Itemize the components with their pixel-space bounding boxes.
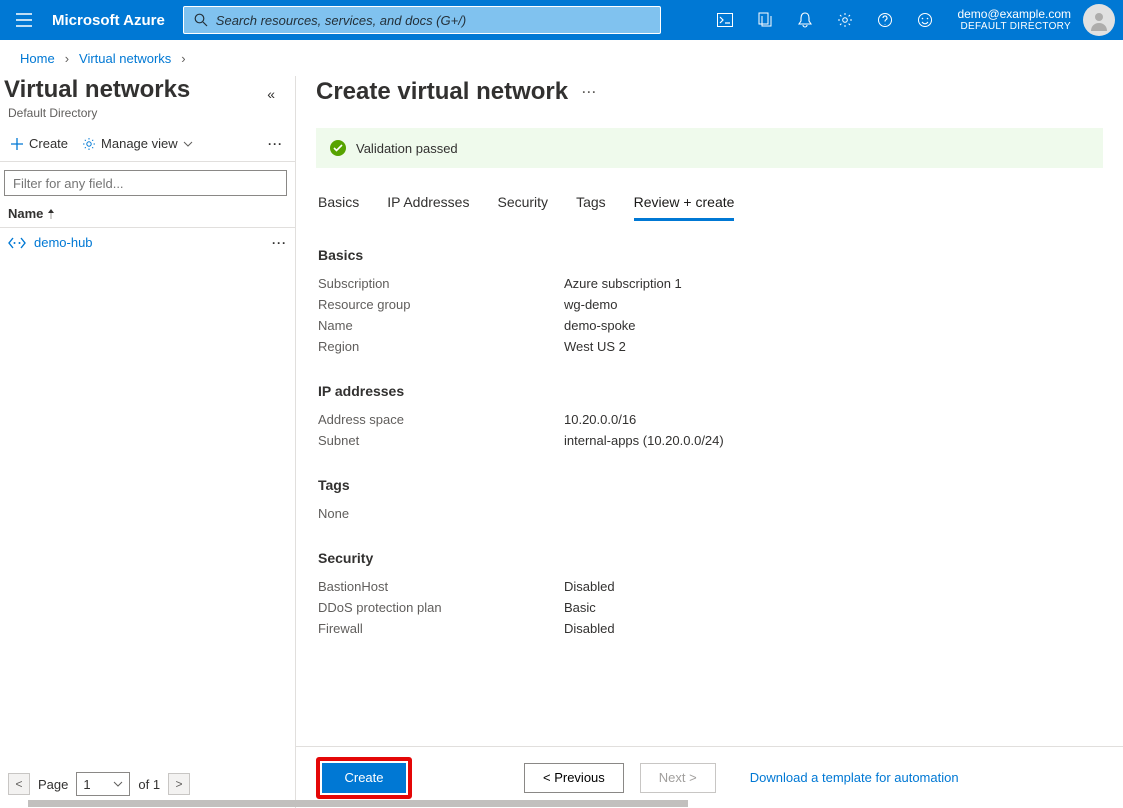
create-button[interactable]: Create [10, 136, 68, 151]
directory-switch-icon[interactable] [745, 0, 785, 40]
chevron-down-icon [113, 781, 123, 787]
avatar[interactable] [1083, 4, 1115, 36]
section-basics-heading: Basics [318, 247, 1101, 263]
section-security-heading: Security [318, 550, 1101, 566]
value-name: demo-spoke [564, 318, 636, 333]
global-search[interactable]: Search resources, services, and docs (G+… [183, 6, 661, 34]
account-email: demo@example.com [957, 7, 1071, 21]
pager-of-label: of 1 [138, 777, 160, 792]
cloud-shell-icon[interactable] [705, 0, 745, 40]
label-subscription: Subscription [318, 276, 564, 291]
account-info[interactable]: demo@example.com DEFAULT DIRECTORY [945, 7, 1079, 33]
list-item-name: demo-hub [34, 235, 93, 250]
list-blade-subtitle: Default Directory [4, 104, 190, 120]
value-region: West US 2 [564, 339, 626, 354]
label-region: Region [318, 339, 564, 354]
tab-security[interactable]: Security [497, 194, 548, 221]
value-resource-group: wg-demo [564, 297, 617, 312]
label-resource-group: Resource group [318, 297, 564, 312]
collapse-pane-button[interactable]: « [267, 76, 275, 102]
account-directory: DEFAULT DIRECTORY [961, 21, 1072, 33]
vnet-icon [8, 236, 26, 250]
column-name-header[interactable]: Name [8, 206, 43, 221]
tab-review-create[interactable]: Review + create [634, 194, 735, 221]
pager-prev-button[interactable]: < [8, 773, 30, 795]
chevron-right-icon: › [181, 51, 185, 66]
gear-icon [82, 137, 96, 151]
section-ip-heading: IP addresses [318, 383, 1101, 399]
feedback-icon[interactable] [905, 0, 945, 40]
person-icon [1088, 9, 1110, 31]
breadcrumb: Home › Virtual networks › [0, 40, 1123, 76]
settings-icon[interactable] [825, 0, 865, 40]
page-title: Create virtual network [316, 78, 568, 106]
create-highlight-box: Create [316, 757, 412, 799]
label-address-space: Address space [318, 412, 564, 427]
download-template-link[interactable]: Download a template for automation [750, 770, 959, 785]
label-name: Name [318, 318, 564, 333]
list-item[interactable]: demo-hub ··· [0, 228, 295, 257]
label-ddos: DDoS protection plan [318, 600, 564, 615]
label-firewall: Firewall [318, 621, 564, 636]
search-placeholder: Search resources, services, and docs (G+… [216, 13, 466, 28]
brand-logo[interactable]: Microsoft Azure [48, 12, 179, 29]
value-firewall: Disabled [564, 621, 615, 636]
create-submit-button[interactable]: Create [322, 763, 406, 793]
breadcrumb-home[interactable]: Home [20, 51, 55, 66]
tab-ip-addresses[interactable]: IP Addresses [387, 194, 469, 221]
notifications-icon[interactable] [785, 0, 825, 40]
tab-tags[interactable]: Tags [576, 194, 606, 221]
toolbar-more-button[interactable]: ··· [268, 137, 283, 151]
pager-page-label: Page [38, 777, 68, 792]
value-bastion: Disabled [564, 579, 615, 594]
pager-page-select[interactable]: 1 [76, 772, 130, 796]
chevron-right-icon: › [65, 51, 69, 66]
check-circle-icon [330, 140, 346, 156]
tags-none: None [318, 503, 1101, 524]
chevron-down-icon [183, 141, 193, 147]
search-icon [194, 13, 208, 27]
filter-input[interactable] [4, 170, 287, 196]
next-button: Next > [640, 763, 716, 793]
sort-asc-icon [47, 209, 55, 219]
horizontal-scrollbar[interactable] [0, 799, 1123, 808]
validation-message: Validation passed [356, 141, 458, 156]
tab-basics[interactable]: Basics [318, 194, 359, 221]
pager-next-button[interactable]: > [168, 773, 190, 795]
value-subscription: Azure subscription 1 [564, 276, 682, 291]
previous-button[interactable]: < Previous [524, 763, 624, 793]
validation-banner: Validation passed [316, 128, 1103, 168]
title-more-button[interactable]: ··· [582, 85, 597, 99]
create-label: Create [29, 136, 68, 151]
manage-view-label: Manage view [101, 136, 178, 151]
breadcrumb-vnets[interactable]: Virtual networks [79, 51, 171, 66]
section-tags-heading: Tags [318, 477, 1101, 493]
plus-icon [10, 137, 24, 151]
help-icon[interactable] [865, 0, 905, 40]
pager-page-value: 1 [83, 777, 90, 792]
row-more-button[interactable]: ··· [272, 236, 287, 250]
list-blade-title: Virtual networks [4, 76, 190, 104]
manage-view-button[interactable]: Manage view [82, 136, 193, 151]
value-ddos: Basic [564, 600, 596, 615]
hamburger-menu[interactable] [0, 0, 48, 40]
hamburger-icon [16, 13, 32, 27]
label-bastion: BastionHost [318, 579, 564, 594]
value-subnet: internal-apps (10.20.0.0/24) [564, 433, 724, 448]
value-address-space: 10.20.0.0/16 [564, 412, 636, 427]
label-subnet: Subnet [318, 433, 564, 448]
